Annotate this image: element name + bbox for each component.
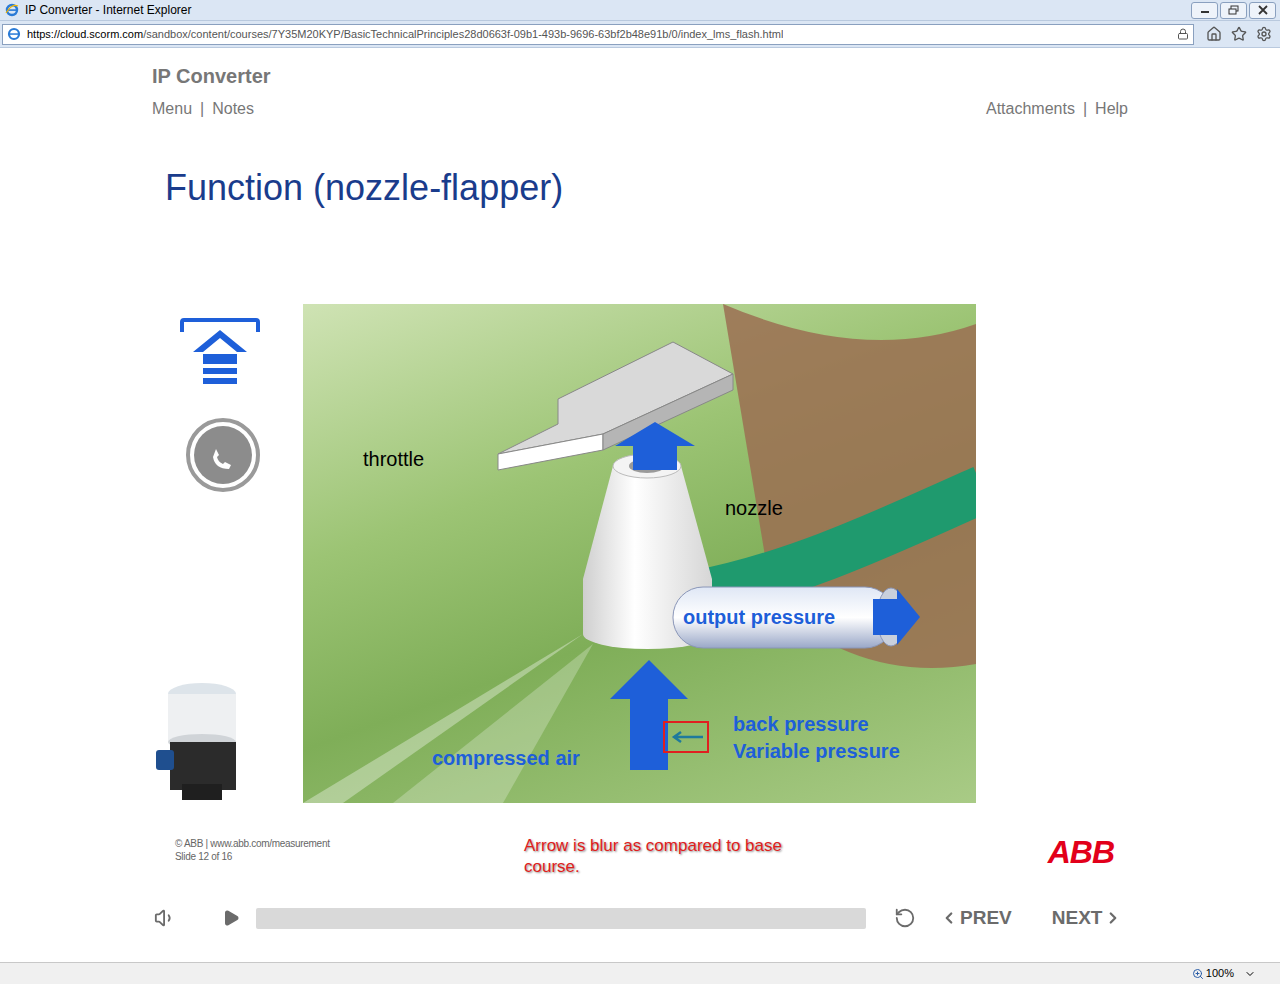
device-icon bbox=[152, 680, 247, 803]
zoom-control[interactable]: 100% bbox=[1192, 965, 1256, 982]
diagram-shapes bbox=[303, 304, 976, 803]
settings-icon[interactable] bbox=[1256, 26, 1272, 42]
slide-footer: © ABB | www.abb.com/measurementSlide 12 … bbox=[152, 835, 1128, 877]
url-text: https://cloud.scorm.com/sandbox/content/… bbox=[27, 26, 783, 43]
nozzle-label: nozzle bbox=[725, 496, 783, 520]
throttle-label: throttle bbox=[363, 447, 424, 471]
lock-icon bbox=[1177, 28, 1189, 40]
audio-guide-icon[interactable] bbox=[185, 417, 261, 493]
nav-link[interactable]: Help bbox=[1095, 97, 1128, 121]
volume-icon[interactable] bbox=[154, 907, 176, 929]
address-bar: https://cloud.scorm.com/sandbox/content/… bbox=[0, 21, 1280, 48]
slide-body: throttle nozzle output pressure compressed … bbox=[152, 304, 1128, 803]
close-button[interactable] bbox=[1249, 2, 1276, 19]
browser-window: IP Converter - Internet Explorer https://… bbox=[0, 0, 1280, 984]
nav-link[interactable]: Notes bbox=[212, 97, 254, 121]
chevron-left-icon bbox=[940, 909, 958, 927]
course-page: IP ConverterMenu|NotesAttachments|HelpFu… bbox=[0, 48, 1280, 962]
replay-icon[interactable] bbox=[894, 907, 916, 929]
slide-title: Function (nozzle-flapper) bbox=[165, 166, 1128, 210]
next-button[interactable]: NEXT bbox=[1052, 904, 1123, 933]
minimize-button[interactable] bbox=[1191, 2, 1218, 19]
back-pressure-label: back pressureVariable pressure bbox=[733, 711, 900, 765]
course-nav: Menu|NotesAttachments|Help bbox=[152, 97, 1128, 121]
abb-logo: ABB bbox=[1048, 835, 1114, 869]
title-bar: IP Converter - Internet Explorer bbox=[0, 0, 1280, 21]
ie-logo-icon bbox=[5, 3, 19, 17]
restore-button[interactable] bbox=[1220, 2, 1247, 19]
close-icon bbox=[1258, 5, 1268, 15]
output-pressure-label: output pressure bbox=[683, 605, 835, 629]
home-icon[interactable] bbox=[1206, 26, 1222, 42]
window-title: IP Converter - Internet Explorer bbox=[25, 1, 192, 19]
prev-button[interactable]: PREV bbox=[940, 904, 1012, 933]
nav-link[interactable]: Attachments bbox=[986, 97, 1075, 121]
url-field[interactable]: https://cloud.scorm.com/sandbox/content/… bbox=[2, 24, 1194, 45]
course-title: IP Converter bbox=[152, 62, 1128, 90]
slide-number: Slide 12 of 16 bbox=[175, 850, 524, 863]
restore-icon bbox=[1228, 5, 1239, 15]
zoom-icon bbox=[1192, 968, 1204, 980]
page-icon bbox=[7, 27, 21, 41]
compressed-air-label: compressed air bbox=[432, 746, 580, 770]
dropdown-icon bbox=[1244, 968, 1256, 980]
favorites-icon[interactable] bbox=[1231, 26, 1247, 42]
progress-bar[interactable] bbox=[256, 908, 866, 929]
minimize-icon bbox=[1200, 6, 1210, 14]
chevron-right-icon bbox=[1104, 909, 1122, 927]
copyright: © ABB | www.abb.com/measurement bbox=[175, 837, 524, 850]
play-icon[interactable] bbox=[222, 909, 240, 927]
diagram-photo: throttle nozzle output pressure compressed … bbox=[303, 304, 976, 803]
nav-link[interactable]: Menu bbox=[152, 97, 192, 121]
player-controls: PREV NEXT bbox=[152, 903, 1128, 933]
review-annotation: Arrow is blur as compared to base course… bbox=[524, 835, 834, 877]
home-slide-icon[interactable] bbox=[179, 318, 261, 388]
status-bar: 100% bbox=[0, 962, 1280, 984]
